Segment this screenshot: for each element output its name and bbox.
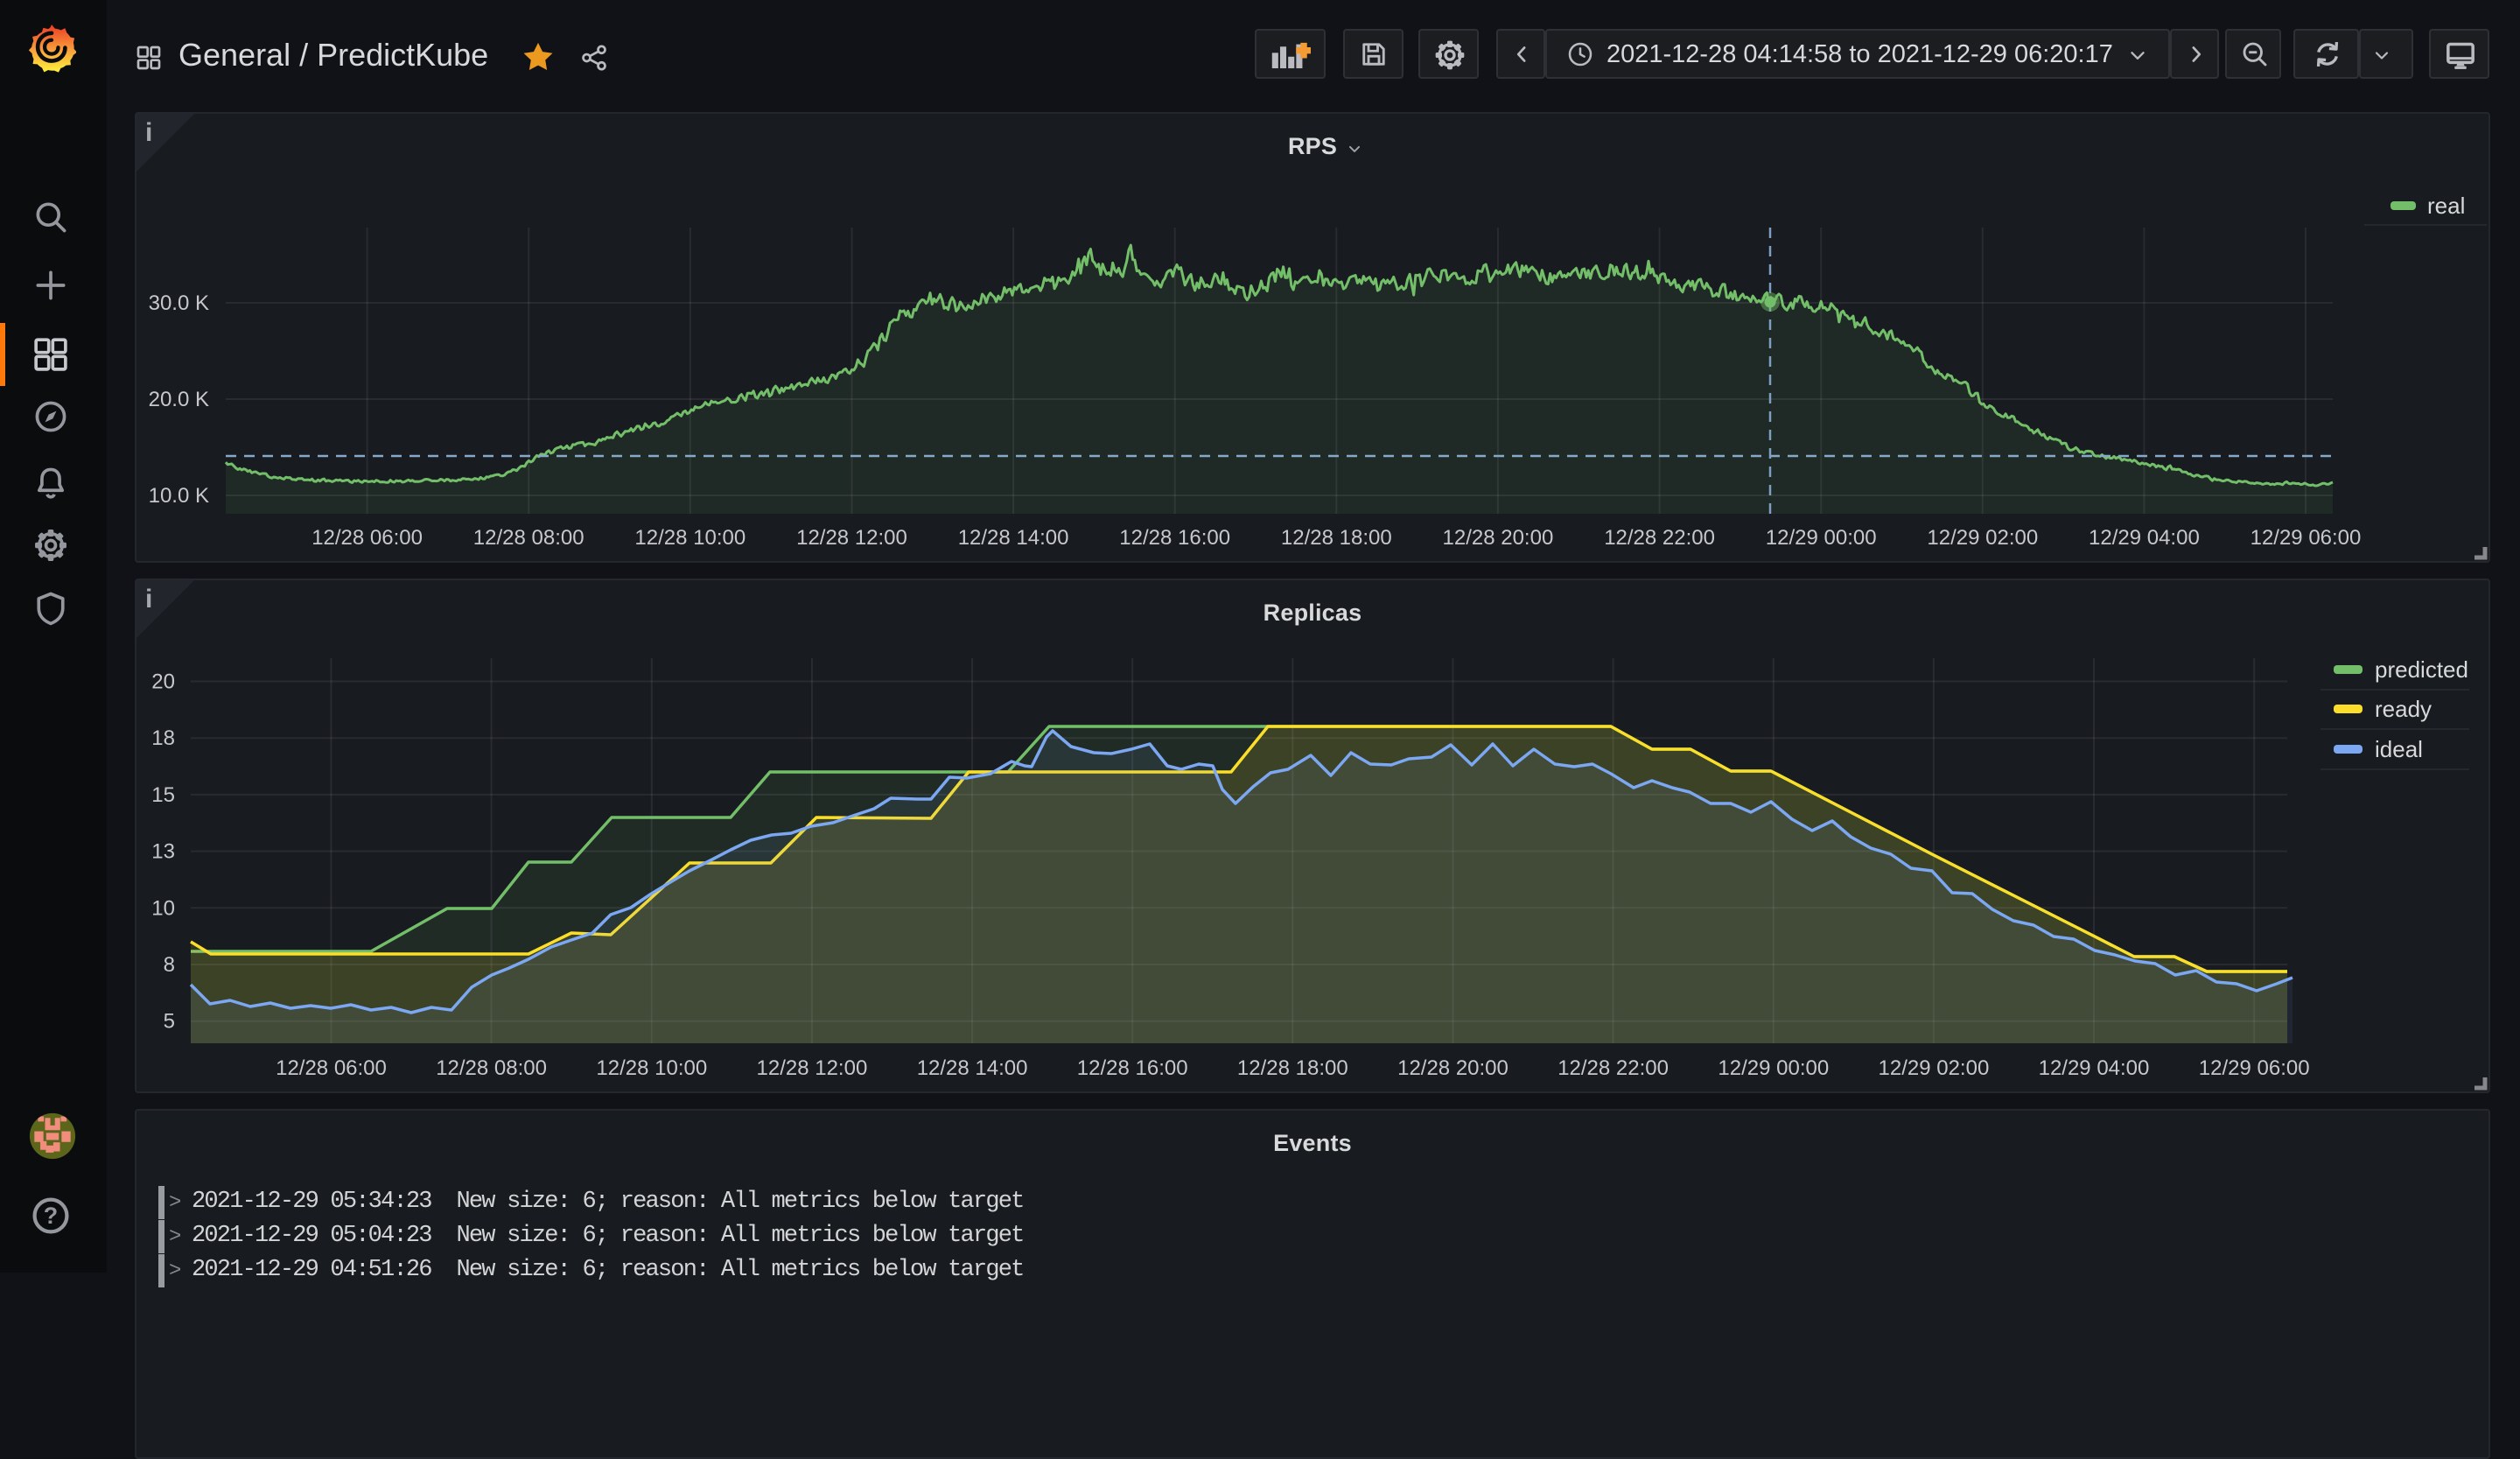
svg-text:predicted: predicted bbox=[2375, 656, 2468, 683]
svg-text:?: ? bbox=[44, 1203, 58, 1229]
svg-text:12/29 06:00: 12/29 06:00 bbox=[2250, 526, 2362, 550]
svg-text:ideal: ideal bbox=[2375, 736, 2423, 762]
svg-text:12/28 06:00: 12/28 06:00 bbox=[276, 1056, 387, 1080]
svg-text:12/28 18:00: 12/28 18:00 bbox=[1281, 526, 1392, 550]
svg-text:12/28 22:00: 12/28 22:00 bbox=[1604, 526, 1715, 550]
svg-text:13: 13 bbox=[151, 840, 175, 864]
svg-text:12/28 14:00: 12/28 14:00 bbox=[958, 526, 1069, 550]
svg-text:12/28 08:00: 12/28 08:00 bbox=[473, 526, 584, 550]
svg-text:12/29 04:00: 12/29 04:00 bbox=[2089, 526, 2200, 550]
svg-text:12/28 20:00: 12/28 20:00 bbox=[1397, 1056, 1508, 1080]
svg-text:10: 10 bbox=[151, 896, 175, 920]
svg-text:30.0 K: 30.0 K bbox=[149, 291, 209, 315]
svg-text:12/28 18:00: 12/28 18:00 bbox=[1237, 1056, 1348, 1080]
svg-text:12/28 20:00: 12/28 20:00 bbox=[1443, 526, 1554, 550]
svg-text:8: 8 bbox=[164, 953, 175, 977]
svg-text:12/28 16:00: 12/28 16:00 bbox=[1077, 1056, 1188, 1080]
svg-text:12/28 06:00: 12/28 06:00 bbox=[312, 526, 423, 550]
svg-text:12/28 12:00: 12/28 12:00 bbox=[796, 526, 907, 550]
svg-text:20: 20 bbox=[151, 670, 175, 694]
svg-text:15: 15 bbox=[151, 783, 175, 807]
svg-text:ready: ready bbox=[2375, 696, 2432, 722]
svg-text:real: real bbox=[2427, 193, 2465, 219]
svg-text:12/28 14:00: 12/28 14:00 bbox=[917, 1056, 1028, 1080]
svg-text:18: 18 bbox=[151, 726, 175, 750]
svg-text:12/28 16:00: 12/28 16:00 bbox=[1119, 526, 1230, 550]
svg-text:12/28 10:00: 12/28 10:00 bbox=[596, 1056, 707, 1080]
svg-text:12/29 02:00: 12/29 02:00 bbox=[1879, 1056, 1990, 1080]
svg-text:12/29 04:00: 12/29 04:00 bbox=[2039, 1056, 2150, 1080]
svg-text:12/29 02:00: 12/29 02:00 bbox=[1927, 526, 2038, 550]
svg-text:12/29 00:00: 12/29 00:00 bbox=[1718, 1056, 1829, 1080]
svg-text:12/28 22:00: 12/28 22:00 bbox=[1558, 1056, 1669, 1080]
svg-text:20.0 K: 20.0 K bbox=[149, 388, 209, 411]
svg-text:12/28 12:00: 12/28 12:00 bbox=[757, 1056, 868, 1080]
svg-text:12/29 00:00: 12/29 00:00 bbox=[1766, 526, 1877, 550]
svg-text:12/29 06:00: 12/29 06:00 bbox=[2199, 1056, 2310, 1080]
svg-text:5: 5 bbox=[164, 1010, 175, 1034]
svg-text:10.0 K: 10.0 K bbox=[149, 484, 209, 508]
svg-text:12/28 10:00: 12/28 10:00 bbox=[634, 526, 746, 550]
svg-text:12/28 08:00: 12/28 08:00 bbox=[436, 1056, 547, 1080]
